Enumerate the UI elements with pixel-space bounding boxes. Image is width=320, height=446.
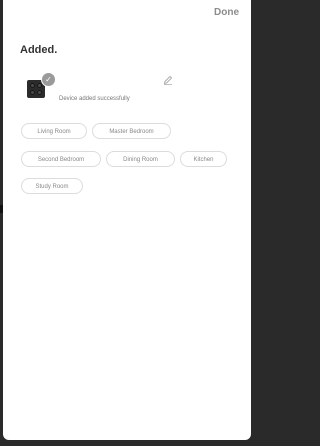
- burner-icon: [30, 83, 35, 88]
- room-chip-second-bedroom[interactable]: Second Bedroom: [21, 151, 101, 167]
- check-icon: ✓: [41, 72, 56, 87]
- room-chip-master-bedroom[interactable]: Master Bedroom: [92, 123, 171, 139]
- burner-icon: [37, 90, 42, 95]
- device-status-text: Device added successfully: [59, 96, 130, 102]
- burner-icon: [37, 83, 42, 88]
- burner-icon: [30, 90, 35, 95]
- room-chip-living-room[interactable]: Living Room: [21, 123, 87, 139]
- room-chip-kitchen[interactable]: Kitchen: [180, 151, 227, 167]
- edit-icon[interactable]: [163, 75, 173, 85]
- room-chip-dining-room[interactable]: Dining Room: [106, 151, 175, 167]
- done-button[interactable]: Done: [214, 7, 239, 18]
- page-title: Added.: [20, 44, 58, 56]
- add-device-screen: Done Added. ✓ Device added successfully …: [3, 0, 251, 440]
- room-chip-study-room[interactable]: Study Room: [21, 178, 83, 194]
